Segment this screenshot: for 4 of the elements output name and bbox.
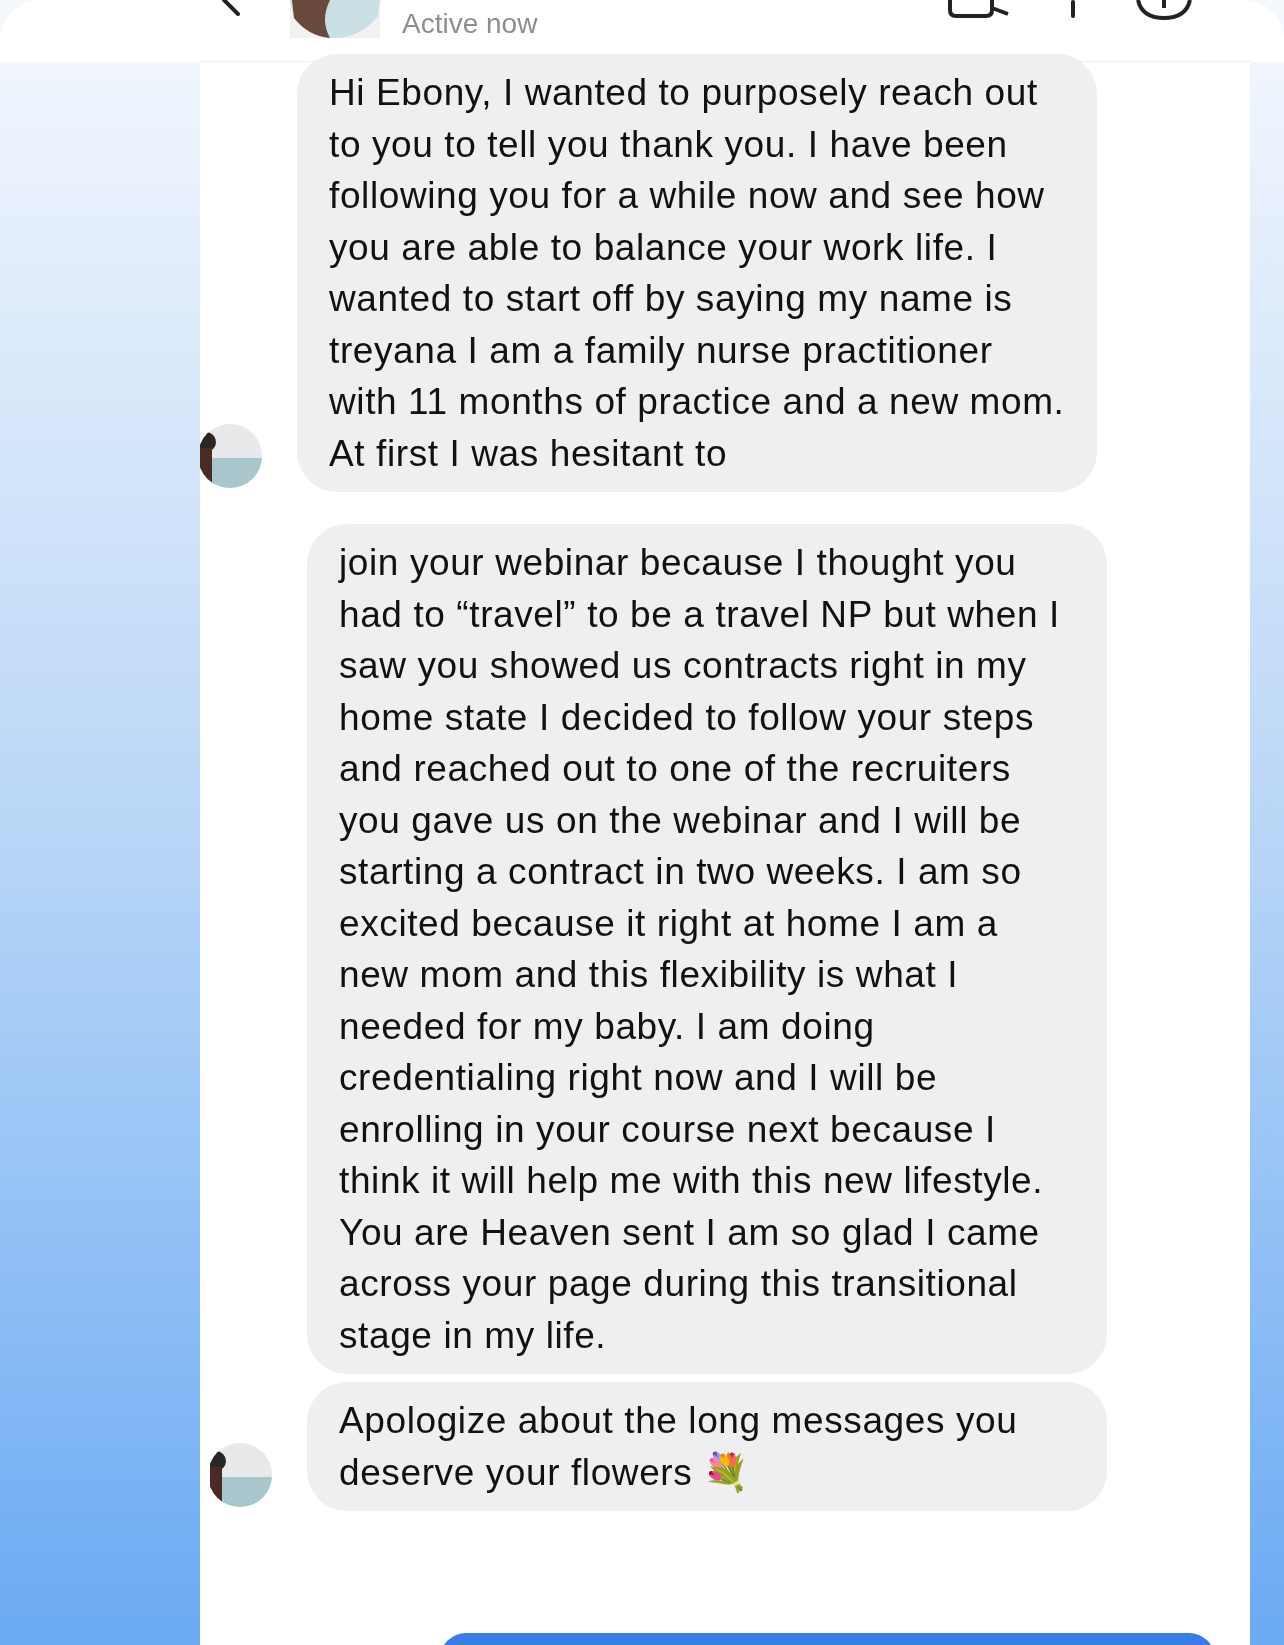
active-status: Active now (402, 7, 538, 41)
message-text: join your webinar because I thought you had to “travel” to be a travel NP but when I saw you showed us contracts right in my home state I decided to follow your steps and reached out to one of the recruiters you gave us on the webinar and I will be starting a contract in two weeks. I am so excited because it right at home I am a new mom and this flexibility is what I needed for my baby. I am doing credentialing right now and I will be enrolling in your course next because I think it will help me with this new lifestyle. You are Heaven sent I am so glad I came across your page during this transitional stage in my life. (339, 542, 1060, 1356)
message-text: Apologize about the long messages you deserve your flowers 💐 (339, 1400, 1018, 1493)
message-text: Hi Ebony, I wanted to purposely reach out to you to tell you thank you. I have been following you for a while now and see how you are able to balance your work life. I wanted to start off by saying my name is treyana I am a family nurse practitioner with 11 months of practice and a new mom. At first I was hesitant to (329, 72, 1065, 474)
